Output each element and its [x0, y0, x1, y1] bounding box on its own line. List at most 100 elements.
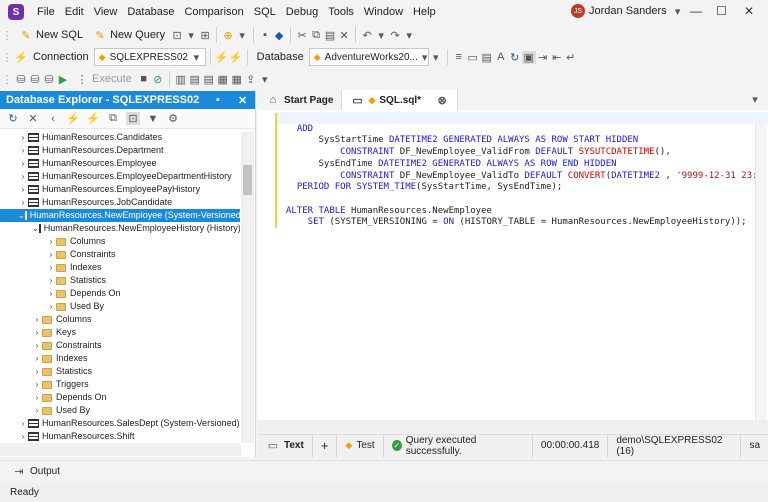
output-panel-tab[interactable]: ⇥ Output	[0, 460, 768, 482]
cut-icon[interactable]: ✂	[295, 29, 309, 42]
settings-icon[interactable]: ⚙	[166, 112, 180, 125]
tree-node[interactable]: › Statistics	[0, 274, 240, 287]
chevron-right-icon[interactable]: ›	[32, 365, 42, 378]
menu-item-view[interactable]: View	[89, 6, 123, 18]
execute-button[interactable]: ⋮ Execute	[70, 69, 137, 89]
chevron-right-icon[interactable]: ›	[32, 391, 42, 404]
chevron-right-icon[interactable]: ›	[46, 274, 56, 287]
tree-node[interactable]: › HumanResources.Employee	[0, 157, 240, 170]
connection-select[interactable]: ◆ SQLEXPRESS02 ▾	[93, 48, 206, 66]
chevron-down-icon[interactable]: ▾	[402, 29, 416, 42]
save-all-icon[interactable]: ◆	[272, 29, 286, 42]
chevron-left-icon[interactable]: ‹	[46, 113, 60, 125]
tree-node[interactable]: ⌄ HumanResources.NewEmployeeHistory (Hist…	[0, 222, 240, 235]
pin-icon[interactable]: ▪	[216, 94, 220, 106]
chevron-right-icon[interactable]: ›	[46, 248, 56, 261]
chevron-down-icon[interactable]: ▾	[374, 29, 388, 42]
font-icon[interactable]: A	[494, 51, 508, 63]
tree-node[interactable]: › HumanResources.Candidates	[0, 131, 240, 144]
filter-settings-icon[interactable]: ⊡	[126, 112, 140, 125]
refresh-icon[interactable]: ↻	[508, 51, 522, 64]
wrap-icon[interactable]: ↵	[564, 51, 578, 64]
tree-node[interactable]: › HumanResources.EmployeePayHistory	[0, 183, 240, 196]
chevron-down-icon[interactable]: ▾	[184, 29, 198, 42]
tree-node[interactable]: › Constraints	[0, 248, 240, 261]
new-object-icon[interactable]: ⊞	[198, 29, 212, 42]
new-connection-icon[interactable]: ⚡	[66, 112, 80, 125]
tree-node[interactable]: › Used By	[0, 300, 240, 313]
chevron-right-icon[interactable]: ›	[18, 430, 28, 443]
chart-icon[interactable]: ▥	[174, 73, 188, 86]
editor-scrollbar[interactable]	[755, 124, 767, 420]
chevron-right-icon[interactable]: ›	[18, 196, 28, 209]
explorer-hscrollbar[interactable]	[0, 443, 241, 456]
chevron-right-icon[interactable]: ›	[18, 170, 28, 183]
chevron-right-icon[interactable]: ›	[18, 131, 28, 144]
chevron-right-icon[interactable]: ›	[18, 417, 28, 430]
menu-item-file[interactable]: File	[32, 6, 60, 18]
tree-node[interactable]: ⌄ HumanResources.NewEmployee (System-Vers…	[0, 209, 240, 222]
text-view-tab[interactable]: ▭ Text	[258, 434, 313, 457]
outdent-icon[interactable]: ⇤	[550, 51, 564, 64]
tree-node[interactable]: › Keys	[0, 326, 240, 339]
chevron-right-icon[interactable]: ›	[32, 326, 42, 339]
indent-icon[interactable]: ⇥	[536, 51, 550, 64]
table-icon[interactable]: ▤	[202, 73, 216, 86]
editor-hscrollbar[interactable]	[258, 420, 768, 433]
chevron-right-icon[interactable]: ›	[18, 157, 28, 170]
chevron-right-icon[interactable]: ›	[32, 352, 42, 365]
tree-node[interactable]: › Statistics	[0, 365, 240, 378]
grid-icon[interactable]: ▦	[230, 73, 244, 86]
open-icon[interactable]: ⊕	[221, 29, 235, 42]
menu-item-debug[interactable]: Debug	[281, 6, 323, 18]
tree-node[interactable]: › Depends On	[0, 287, 240, 300]
filter-icon[interactable]: ▼	[146, 113, 160, 125]
tree-node[interactable]: › HumanResources.EmployeeDepartmentHistor…	[0, 170, 240, 183]
database-select[interactable]: ◆ AdventureWorks20... ▾	[308, 48, 429, 66]
chevron-right-icon[interactable]: ›	[18, 144, 28, 157]
sql-icon[interactable]: ▣	[521, 50, 536, 64]
play-icon[interactable]: ▶	[56, 73, 70, 86]
tree-node[interactable]: › Indexes	[0, 261, 240, 274]
tab-list-icon[interactable]: ▾	[748, 93, 762, 106]
menu-item-comparison[interactable]: Comparison	[179, 6, 248, 18]
add-tab-button[interactable]: +	[313, 434, 338, 457]
chevron-down-icon[interactable]: ▾	[235, 29, 249, 42]
tree-node[interactable]: › Depends On	[0, 391, 240, 404]
chevron-right-icon[interactable]: ›	[32, 404, 42, 417]
new-sql-button[interactable]: ✎ New SQL	[14, 25, 88, 45]
copy-icon[interactable]: ⧉	[106, 112, 120, 125]
comment-icon[interactable]: ▭	[466, 51, 480, 64]
menu-item-edit[interactable]: Edit	[60, 6, 89, 18]
export-icon[interactable]: ⇪	[244, 73, 258, 86]
tree-node[interactable]: › HumanResources.Department	[0, 144, 240, 157]
new-item-icon[interactable]: ⊡	[170, 29, 184, 42]
tree-node[interactable]: › Constraints	[0, 339, 240, 352]
format-icon[interactable]: ≡	[452, 51, 466, 63]
grid-icon[interactable]: ▦	[216, 73, 230, 86]
chevron-down-icon[interactable]: ⌄	[18, 209, 25, 222]
undo-icon[interactable]: ↶	[360, 29, 374, 42]
close-icon[interactable]: ✕	[744, 4, 754, 18]
sql-editor[interactable]: ALTER TABLE HumanResources.NewEmployee A…	[258, 110, 768, 420]
chevron-right-icon[interactable]: ›	[18, 183, 28, 196]
redo-icon[interactable]: ↷	[388, 29, 402, 42]
tab-start-page[interactable]: ⌂ Start Page	[258, 90, 343, 110]
tree-node[interactable]: › Columns	[0, 235, 240, 248]
chevron-down-icon[interactable]: ⌄	[32, 222, 39, 235]
table-icon[interactable]: ▤	[188, 73, 202, 86]
sql-code[interactable]: ALTER TABLE HumanResources.NewEmployee A…	[286, 112, 757, 229]
stop-icon[interactable]: ■	[137, 73, 151, 85]
database-icon[interactable]: ⛁	[42, 73, 56, 86]
paste-icon[interactable]: ▤	[323, 29, 337, 42]
delete-icon[interactable]: ✕	[337, 29, 351, 42]
history-icon[interactable]: ⊘	[151, 73, 165, 86]
chevron-right-icon[interactable]: ›	[46, 235, 56, 248]
close-icon[interactable]: ⊗	[435, 94, 449, 107]
user-account[interactable]: JS Jordan Sanders ▾	[571, 4, 685, 18]
connect-icon[interactable]: ⚡	[86, 112, 100, 125]
new-connection-icon[interactable]: ⚡	[14, 51, 28, 64]
tab-sql[interactable]: ▭ ◆ SQL.sql* ⊗	[342, 90, 459, 110]
new-query-button[interactable]: ✎ New Query	[88, 25, 170, 45]
tree-node[interactable]: › Columns	[0, 313, 240, 326]
